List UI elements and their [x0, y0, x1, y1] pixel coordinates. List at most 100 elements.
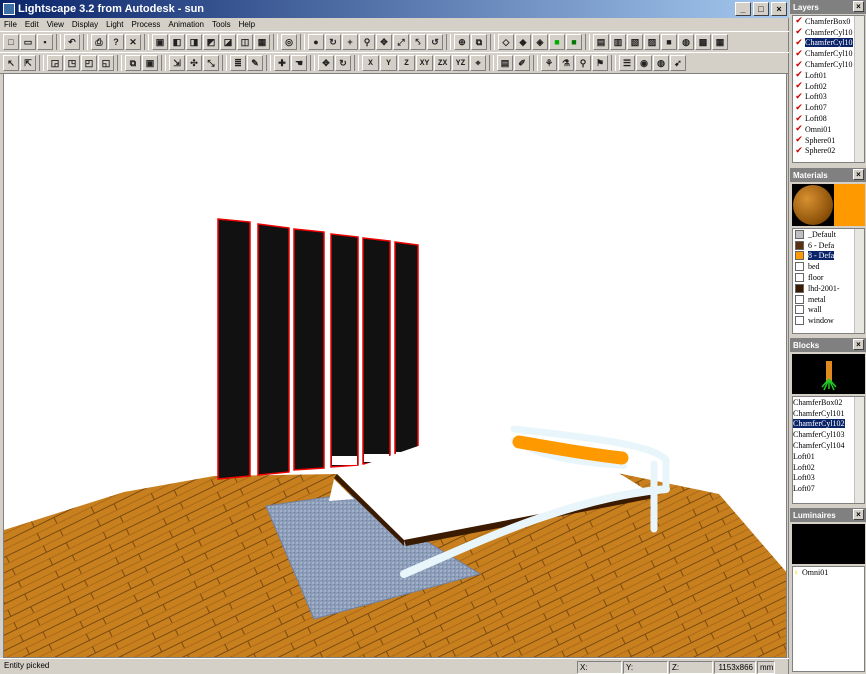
gray-box-icon[interactable]: ■ — [661, 34, 677, 50]
visible-check-icon[interactable]: ✔ — [793, 146, 805, 156]
layers-list[interactable]: ✔ ChamferBox0 ✔ ChamferCyl10 ✔ ChamferCyl10 ✔ C… — [792, 15, 865, 163]
luminaire-item[interactable]: ♀ Omni01 — [793, 567, 864, 578]
view-left-icon[interactable]: ◩ — [203, 34, 219, 50]
render-icon[interactable]: ▥ — [610, 34, 626, 50]
axis-yz-button[interactable]: YZ — [452, 55, 469, 71]
luminaires-list[interactable]: ♀ Omni01 — [792, 566, 865, 672]
menu-tools[interactable]: Tools — [212, 20, 231, 29]
visible-check-icon[interactable]: ✔ — [793, 92, 805, 102]
dolly-icon[interactable]: ⤢ — [393, 34, 409, 50]
zoom-icon[interactable]: ⚲ — [359, 34, 375, 50]
table-icon[interactable]: ☰ — [619, 55, 635, 71]
view-top-icon[interactable]: ◫ — [237, 34, 253, 50]
context-help-icon[interactable]: ✕ — [125, 34, 141, 50]
camera-icon[interactable]: ◎ — [281, 34, 297, 50]
pin-icon[interactable]: ⚑ — [592, 55, 608, 71]
select-block-icon[interactable]: ◰ — [81, 55, 97, 71]
visible-check-icon[interactable]: ✔ — [793, 135, 805, 145]
undo-icon[interactable]: ↶ — [64, 34, 80, 50]
luminaires-close-button[interactable]: × — [853, 509, 864, 520]
view-front-icon[interactable]: ◧ — [169, 34, 185, 50]
materials-scrollbar[interactable] — [854, 229, 864, 333]
visible-check-icon[interactable]: ✔ — [793, 70, 805, 80]
hand-icon[interactable]: ☚ — [291, 55, 307, 71]
blocks-list[interactable]: ChamferBox02 ChamferCyl101 ChamferCyl102 Ch… — [792, 396, 865, 504]
blocks-scrollbar[interactable] — [854, 397, 864, 503]
copy-icon[interactable]: ⧉ — [125, 55, 141, 71]
menu-file[interactable]: File — [4, 20, 17, 29]
select-arrow-icon[interactable]: ↖ — [3, 55, 19, 71]
select-multiple-icon[interactable]: ⇱ — [20, 55, 36, 71]
figure-icon[interactable]: ⚲ — [575, 55, 591, 71]
zoom-extents-icon[interactable]: ⊕ — [454, 34, 470, 50]
run-icon[interactable]: ⚗ — [558, 55, 574, 71]
visible-check-icon[interactable]: ✔ — [793, 103, 805, 113]
maximize-button[interactable]: □ — [753, 2, 769, 16]
pick-icon[interactable]: ⇲ — [169, 55, 185, 71]
blocks-close-button[interactable]: × — [853, 339, 864, 350]
layers-close-button[interactable]: × — [853, 1, 864, 12]
visible-check-icon[interactable]: ✔ — [793, 114, 805, 124]
menu-light[interactable]: Light — [106, 20, 123, 29]
scale-icon[interactable]: ⤡ — [203, 55, 219, 71]
print-icon[interactable]: ⎙ — [91, 34, 107, 50]
shaded-icon[interactable]: ◆ — [515, 34, 531, 50]
menu-process[interactable]: Process — [131, 20, 160, 29]
visible-check-icon[interactable]: ✔ — [793, 60, 805, 70]
axis-zx-button[interactable]: ZX — [434, 55, 451, 71]
zoom-in-icon[interactable]: + — [342, 34, 358, 50]
rotate-icon[interactable]: ↻ — [335, 55, 351, 71]
axis-y-button[interactable]: Y — [380, 55, 397, 71]
orbit-icon[interactable]: ↻ — [325, 34, 341, 50]
materials-list[interactable]: _Default 6 - Defa 8 - Defa bed floor lhd-2001… — [792, 228, 865, 334]
save-icon[interactable]: ▪ — [37, 34, 53, 50]
paste-icon[interactable]: ▣ — [142, 55, 158, 71]
menu-animation[interactable]: Animation — [168, 20, 204, 29]
close-button[interactable]: × — [771, 2, 787, 16]
pointer-icon[interactable]: ➹ — [670, 55, 686, 71]
visible-check-icon[interactable]: ✔ — [793, 16, 805, 26]
roll-icon[interactable]: ↺ — [427, 34, 443, 50]
menu-help[interactable]: Help — [239, 20, 255, 29]
select-view-icon[interactable]: ▣ — [152, 34, 168, 50]
process-icon[interactable]: ▤ — [593, 34, 609, 50]
pan-icon[interactable]: ✥ — [376, 34, 392, 50]
textured-icon[interactable]: ◈ — [532, 34, 548, 50]
zoom-window-icon[interactable]: ⧉ — [471, 34, 487, 50]
view-bottom-icon[interactable]: ▦ — [254, 34, 270, 50]
help-icon[interactable]: ? — [108, 34, 124, 50]
tilt-icon[interactable]: ⤣ — [410, 34, 426, 50]
menu-display[interactable]: Display — [72, 20, 98, 29]
visible-check-icon[interactable]: ✔ — [793, 124, 805, 134]
3d-viewport[interactable] — [3, 73, 787, 658]
materials-close-button[interactable]: × — [853, 169, 864, 180]
menu-edit[interactable]: Edit — [25, 20, 39, 29]
render-view-icon[interactable]: ◍ — [653, 55, 669, 71]
axis-z-button[interactable]: Z — [398, 55, 415, 71]
wireframe-icon[interactable]: ◇ — [498, 34, 514, 50]
axis-all-icon[interactable]: ⌖ — [470, 55, 486, 71]
axis-x-button[interactable]: X — [362, 55, 379, 71]
properties-icon[interactable]: ▤ — [497, 55, 513, 71]
view-back-icon[interactable]: ◨ — [186, 34, 202, 50]
grid-icon[interactable]: ▩ — [695, 34, 711, 50]
radiosity-icon[interactable]: ▧ — [627, 34, 643, 50]
walk-icon[interactable]: ⚘ — [541, 55, 557, 71]
lighting-icon[interactable]: ◉ — [636, 55, 652, 71]
menu-view[interactable]: View — [47, 20, 64, 29]
minimize-button[interactable]: _ — [735, 2, 751, 16]
select-layer-icon[interactable]: ◱ — [98, 55, 114, 71]
visible-check-icon[interactable]: ✔ — [793, 38, 805, 48]
globe-icon[interactable]: ◍ — [678, 34, 694, 50]
view-right-icon[interactable]: ◪ — [220, 34, 236, 50]
solid-green-icon[interactable]: ■ — [549, 34, 565, 50]
edit-icon[interactable]: ✎ — [247, 55, 263, 71]
layers-scrollbar[interactable] — [854, 16, 864, 162]
translate-icon[interactable]: ✥ — [318, 55, 334, 71]
visible-check-icon[interactable]: ✔ — [793, 49, 805, 59]
axis-xy-button[interactable]: XY — [416, 55, 433, 71]
visible-check-icon[interactable]: ✔ — [793, 81, 805, 91]
visible-check-icon[interactable]: ✔ — [793, 27, 805, 37]
open-folder-icon[interactable]: ▭ — [20, 34, 36, 50]
list-icon[interactable]: ≣ — [230, 55, 246, 71]
